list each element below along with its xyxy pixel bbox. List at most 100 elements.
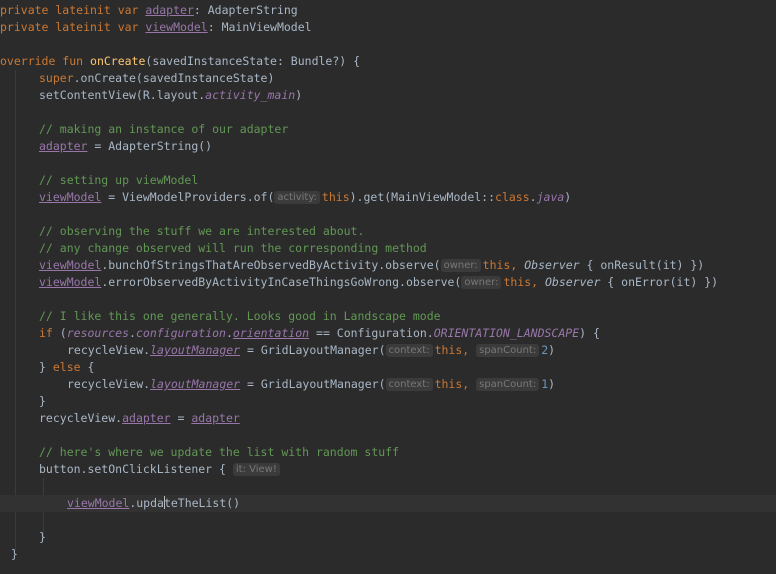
- keyword: else: [52, 360, 81, 374]
- code-text: .errorObservedByActivityInCaseThingsGoWr…: [101, 275, 462, 289]
- code-text: = ViewModelProviders.of(: [101, 190, 275, 204]
- property-adapter[interactable]: adapter: [39, 139, 87, 153]
- code-text: recycleView.: [67, 343, 151, 357]
- code-line-14[interactable]: // observing the stuff we are interested…: [0, 223, 776, 240]
- code-line-19[interactable]: // I like this one generally. Looks good…: [0, 308, 776, 325]
- code-text: recycleView.: [39, 411, 123, 425]
- parameter-hint: context:: [385, 344, 433, 357]
- code-text: .onCreate(savedInstanceState): [73, 71, 275, 85]
- property-viewmodel[interactable]: viewModel: [67, 496, 129, 510]
- code-line-21[interactable]: recycleView.layoutManager = GridLayoutMa…: [0, 342, 776, 359]
- code-line-8[interactable]: // making an instance of our adapter: [0, 121, 776, 138]
- parameter-hint: owner:: [461, 276, 502, 289]
- code-text: (savedInstanceState: Bundle?) {: [145, 54, 361, 68]
- comment: // setting up viewModel: [39, 173, 199, 187]
- comment: // any change observed will run the corr…: [39, 241, 427, 255]
- property-viewmodel[interactable]: viewModel: [39, 258, 101, 272]
- comment: // here's where we update the list with …: [39, 445, 400, 459]
- keyword: this,: [434, 343, 477, 357]
- property-java[interactable]: java: [537, 190, 565, 204]
- property-layout-manager[interactable]: layoutManager: [150, 343, 240, 357]
- closing-brace: }: [39, 394, 46, 408]
- function-name[interactable]: onCreate: [90, 54, 145, 68]
- property-viewmodel[interactable]: viewModel: [39, 275, 101, 289]
- comment: // I like this one generally. Looks good…: [39, 309, 441, 323]
- parameter-hint: context:: [385, 378, 433, 391]
- comment: // observing the stuff we are interested…: [39, 224, 365, 238]
- code-text: ).get(MainViewModel::: [349, 190, 496, 204]
- code-text: (: [52, 326, 67, 340]
- lambda-parameter-hint: it: View!: [232, 463, 280, 476]
- code-line-24[interactable]: }: [0, 393, 776, 410]
- code-text: .upda: [129, 496, 164, 510]
- code-text: = GridLayoutManager(: [240, 343, 386, 357]
- constant-orientation-landscape[interactable]: ORIENTATION_LANDSCAPE: [434, 326, 579, 340]
- code-line-22[interactable]: } else {: [0, 359, 776, 376]
- code-line-23[interactable]: recycleView.layoutManager = GridLayoutMa…: [0, 376, 776, 393]
- class-name: Observer: [524, 258, 580, 272]
- property-configuration[interactable]: configuration: [136, 326, 226, 340]
- code-text: }: [39, 360, 53, 374]
- property-layout-manager[interactable]: layoutManager: [150, 377, 240, 391]
- property-adapter[interactable]: adapter: [191, 411, 239, 425]
- code-line-30-current[interactable]: viewModel.updateTheList(): [0, 495, 776, 512]
- code-editor[interactable]: private lateinit var adapter: AdapterStr…: [0, 0, 776, 574]
- code-text: ): [564, 190, 572, 204]
- keyword: this,: [503, 275, 545, 289]
- code-line-28[interactable]: button.setOnClickListener { it: View!: [0, 461, 776, 478]
- code-text: button.setOnClickListener {: [39, 462, 233, 476]
- keyword: class: [495, 190, 530, 204]
- code-line-12[interactable]: viewModel = ViewModelProviders.of(activi…: [0, 189, 776, 206]
- code-line-4[interactable]: override fun onCreate(savedInstanceState…: [0, 53, 776, 70]
- code-line-11[interactable]: // setting up viewModel: [0, 172, 776, 189]
- property-adapter-setter[interactable]: adapter: [122, 411, 170, 425]
- code-text: .: [129, 326, 136, 340]
- keyword: this: [321, 190, 350, 204]
- property-orientation[interactable]: orientation: [233, 326, 309, 340]
- code-text: { onError(it) }): [600, 275, 719, 289]
- code-text: teTheList(): [163, 496, 241, 510]
- property-resources[interactable]: resources: [67, 326, 129, 340]
- code-text: setContentView(R.layout.: [39, 88, 206, 102]
- code-text: .bunchOfStringsThatAreObservedByActivity…: [101, 258, 441, 272]
- code-line-16[interactable]: viewModel.bunchOfStringsThatAreObservedB…: [0, 257, 776, 274]
- code-line-2[interactable]: private lateinit var viewModel: MainView…: [0, 19, 776, 36]
- code-text: recycleView.: [67, 377, 151, 391]
- keyword: private lateinit var: [0, 20, 146, 34]
- property-viewmodel[interactable]: viewModel: [145, 20, 207, 34]
- code-line-1[interactable]: private lateinit var adapter: AdapterStr…: [0, 2, 776, 19]
- resource-id[interactable]: activity_main: [205, 88, 295, 102]
- code-text: ): [548, 377, 556, 391]
- code-line-15[interactable]: // any change observed will run the corr…: [0, 240, 776, 257]
- code-line-27[interactable]: // here's where we update the list with …: [0, 444, 776, 461]
- code-text: { onResult(it) }): [579, 258, 705, 272]
- code-line-20[interactable]: if (resources.configuration.orientation …: [0, 325, 776, 342]
- code-text: == Configuration.: [309, 326, 434, 340]
- parameter-hint: activity:: [274, 191, 320, 204]
- parameter-hint: owner:: [440, 259, 481, 272]
- keyword: super: [39, 71, 74, 85]
- code-line-33[interactable]: }: [0, 546, 776, 563]
- code-text: .: [225, 326, 233, 340]
- code-line-5[interactable]: super.onCreate(savedInstanceState): [0, 70, 776, 87]
- code-text: = AdapterString(): [87, 139, 213, 153]
- property-adapter[interactable]: adapter: [145, 3, 193, 17]
- code-text: .: [529, 190, 537, 204]
- code-text: ): [548, 343, 556, 357]
- keyword: this,: [482, 258, 525, 272]
- class-name: Observer: [544, 275, 601, 289]
- code-line-6[interactable]: setContentView(R.layout.activity_main): [0, 87, 776, 104]
- code-line-9[interactable]: adapter = AdapterString(): [0, 138, 776, 155]
- closing-brace: }: [11, 547, 18, 561]
- parameter-hint: spanCount:: [476, 344, 540, 357]
- code-line-17[interactable]: viewModel.errorObservedByActivityInCaseT…: [0, 274, 776, 291]
- code-line-25[interactable]: recycleView.adapter = adapter: [0, 410, 776, 427]
- code-text: ): [295, 88, 303, 102]
- code-text: = GridLayoutManager(: [240, 377, 386, 391]
- code-text: {: [80, 360, 95, 374]
- keyword: private lateinit var: [0, 3, 146, 17]
- comment: // making an instance of our adapter: [39, 122, 289, 136]
- property-viewmodel[interactable]: viewModel: [39, 190, 101, 204]
- code-line-32[interactable]: }: [0, 529, 776, 546]
- parameter-hint: spanCount:: [476, 378, 540, 391]
